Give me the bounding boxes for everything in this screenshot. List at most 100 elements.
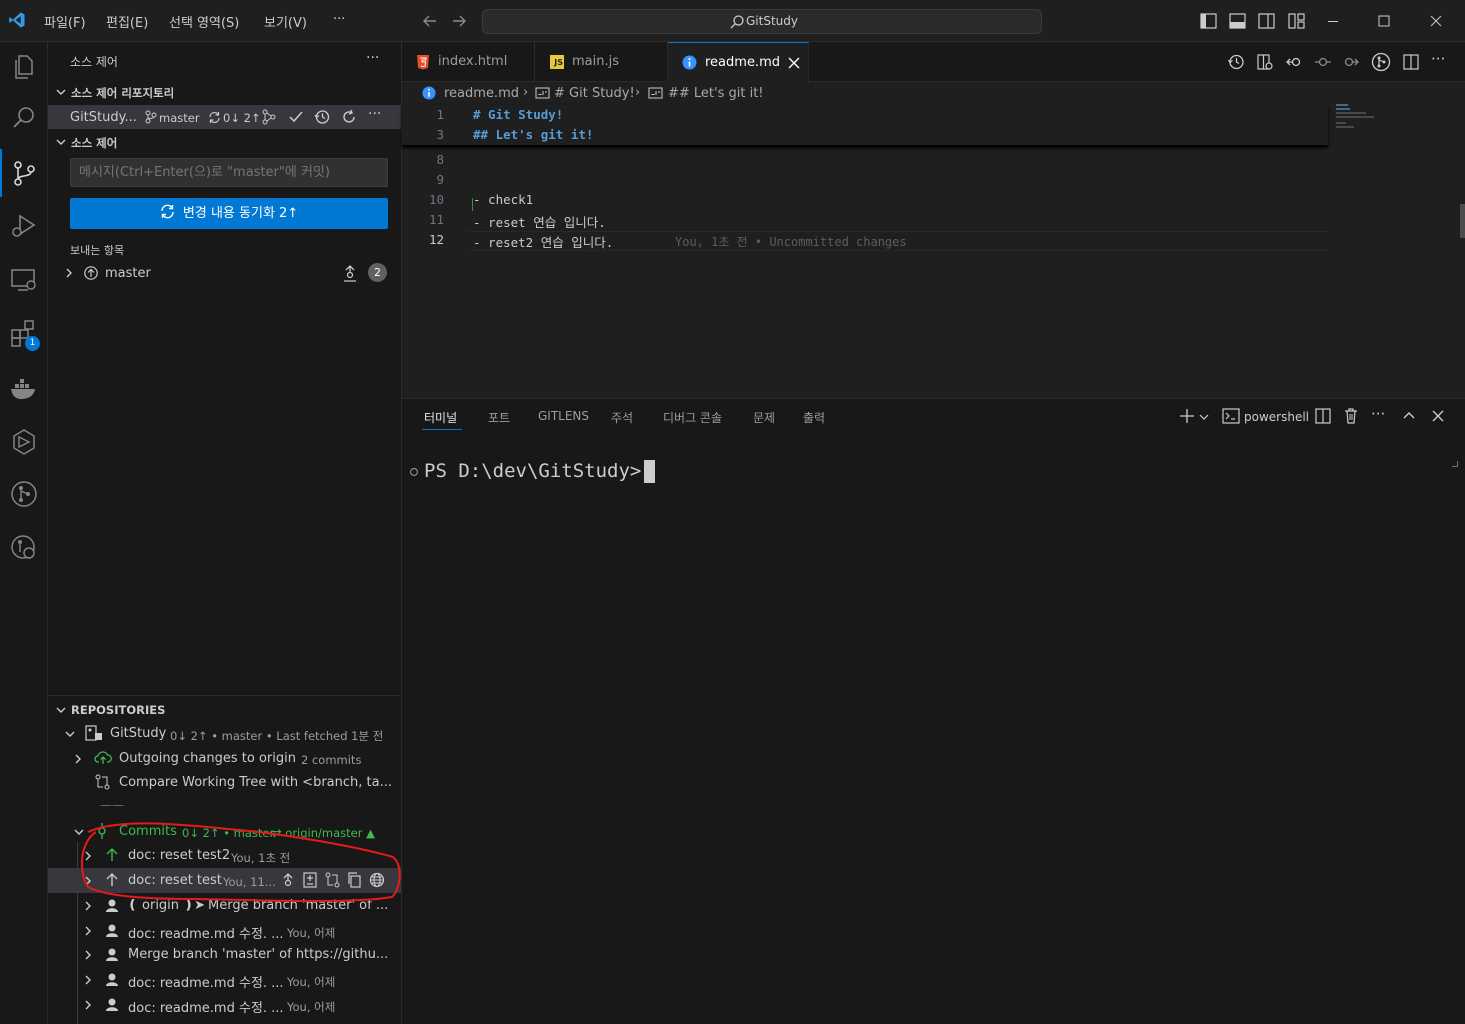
run-debug-icon[interactable] — [8, 210, 40, 242]
breadcrumb-heading-2[interactable]: ## Let's git it! — [668, 86, 764, 101]
kubernetes-icon[interactable] — [8, 426, 40, 458]
toggle-secondary-sidebar-icon[interactable] — [1258, 13, 1275, 29]
sticky-line: # Git Study! — [473, 107, 564, 122]
terminal-resize-handle[interactable] — [1452, 461, 1458, 467]
panel-tab-output[interactable]: 출력 — [803, 409, 825, 426]
code-line: - check1 — [473, 192, 534, 207]
menu-edit[interactable]: 편집(E) — [106, 12, 148, 31]
title-bar: 파일(F) 편집(E) 선택 영역(S) 보기(V) ··· GitStudy — [0, 0, 1465, 42]
customize-layout-icon[interactable] — [1288, 13, 1305, 29]
close-panel-icon[interactable] — [1431, 409, 1445, 423]
source-control-icon[interactable] — [0, 149, 40, 197]
menu-file[interactable]: 파일(F) — [44, 12, 86, 31]
panel-tab-ports[interactable]: 포트 — [488, 409, 510, 426]
source-control-sidebar: 소스 제어 ··· 소스 제어 리포지토리 GitStudy... master… — [48, 42, 402, 1024]
chevron-down-icon[interactable] — [1199, 412, 1209, 422]
breadcrumb-separator: › — [635, 85, 641, 100]
symbol-string-icon — [648, 87, 663, 99]
menu-view[interactable]: 보기(V) — [264, 12, 307, 31]
terminal-cursor — [644, 460, 655, 483]
editor-area: index.html JS main.js readme.md ··· read… — [402, 42, 1465, 398]
editor-more-actions[interactable]: ··· — [1431, 50, 1445, 68]
minimize-icon[interactable] — [1326, 14, 1340, 28]
terminal-shell-name[interactable]: powershell — [1244, 410, 1309, 424]
panel-more-actions[interactable]: ··· — [1371, 405, 1385, 423]
sticky-scroll[interactable]: 1 # Git Study! 3 ## Let's git it! — [402, 105, 1328, 146]
tab-index-html[interactable]: index.html — [402, 42, 535, 82]
menu-selection[interactable]: 선택 영역(S) — [169, 12, 239, 31]
maximize-panel-chevron-up-icon[interactable] — [1402, 409, 1416, 423]
tab-label: index.html — [438, 54, 508, 69]
active-tab-underline — [422, 429, 462, 430]
next-change-icon[interactable] — [1342, 53, 1360, 71]
tab-label: readme.md — [705, 55, 780, 70]
file-history-icon[interactable] — [1227, 53, 1245, 71]
command-center-search[interactable]: GitStudy — [482, 9, 1042, 34]
breadcrumb-separator: › — [523, 85, 529, 100]
tab-readme-md[interactable]: readme.md — [668, 42, 809, 83]
info-icon — [422, 86, 436, 100]
html5-icon — [416, 54, 430, 70]
tab-label: main.js — [572, 54, 619, 69]
line-number-current: 12 — [428, 232, 444, 247]
commit-node-icon[interactable] — [1314, 53, 1332, 71]
breadcrumb: readme.md › # Git Study! › ## Let's git … — [402, 83, 1465, 105]
minimap[interactable] — [1334, 102, 1394, 142]
info-icon — [682, 55, 697, 70]
blame-annotation: You, 1초 전 • Uncommitted changes — [675, 235, 907, 249]
breadcrumb-file[interactable]: readme.md — [444, 86, 519, 101]
code-line: - reset2 연습 입니다. — [473, 235, 614, 250]
line-number: 3 — [436, 127, 444, 142]
tab-main-js[interactable]: JS main.js — [535, 42, 668, 82]
remote-explorer-icon[interactable] — [8, 264, 40, 296]
terminal-prompt: PS D:\dev\GitStudy> — [424, 460, 642, 482]
menu-more[interactable]: ··· — [333, 12, 345, 27]
terminal-view[interactable]: PS D:\dev\GitStudy> — [408, 457, 1448, 1017]
extensions-icon[interactable]: 1 — [8, 318, 40, 351]
command-decoration-circle-icon — [409, 467, 419, 477]
split-terminal-icon[interactable] — [1315, 408, 1331, 424]
sticky-line: ## Let's git it! — [473, 127, 594, 142]
search-icon — [729, 14, 745, 30]
gitlens-inspect-icon[interactable] — [8, 532, 40, 564]
bottom-panel: 터미널 포트 GITLENS 주석 디버그 콘솔 문제 출력 powershel… — [402, 398, 1465, 1024]
gitlens-icon[interactable] — [8, 478, 40, 510]
panel-tab-gitlens[interactable]: GITLENS — [538, 409, 589, 423]
search-view-icon[interactable] — [8, 102, 40, 134]
split-editor-icon[interactable] — [1402, 53, 1420, 71]
maximize-icon[interactable] — [1377, 14, 1391, 28]
panel-tab-comments[interactable]: 주석 — [611, 409, 633, 426]
close-tab-icon[interactable] — [787, 56, 801, 70]
previous-change-icon[interactable] — [1285, 53, 1303, 71]
added-gutter-marker — [472, 198, 473, 211]
vscode-logo-icon[interactable] — [8, 11, 26, 29]
line-number: 1 — [436, 107, 444, 122]
js-icon: JS — [550, 55, 564, 69]
close-window-icon[interactable] — [1429, 14, 1443, 28]
docker-icon[interactable] — [8, 372, 40, 404]
toggle-primary-sidebar-icon[interactable] — [1200, 13, 1217, 29]
toggle-panel-icon[interactable] — [1229, 13, 1246, 29]
editor-tabs: index.html JS main.js readme.md ··· — [402, 42, 1465, 83]
panel-tab-problems[interactable]: 문제 — [753, 409, 775, 426]
line-number: 11 — [428, 212, 444, 227]
panel-tab-terminal[interactable]: 터미널 — [424, 409, 457, 426]
back-arrow-icon[interactable] — [421, 12, 439, 30]
gitlens-inspect-action-icon[interactable] — [1371, 52, 1391, 72]
open-preview-icon[interactable] — [1256, 53, 1274, 71]
editor-scrollbar[interactable] — [1460, 204, 1465, 238]
activity-bar: 1 — [0, 42, 48, 1024]
active-indicator — [0, 149, 2, 197]
code-line: - reset 연습 입니다. — [473, 215, 606, 230]
extensions-badge: 1 — [25, 336, 40, 351]
line-number: 9 — [436, 172, 444, 187]
explorer-icon[interactable] — [8, 50, 40, 82]
breadcrumb-heading-1[interactable]: # Git Study! — [554, 86, 635, 101]
code-area[interactable]: 8 9 10 - check1 11 - reset 연습 입니다. 12 - … — [402, 150, 1328, 260]
line-number: 10 — [428, 192, 444, 207]
forward-arrow-icon[interactable] — [450, 12, 468, 30]
panel-tab-debug-console[interactable]: 디버그 콘솔 — [663, 409, 722, 426]
terminal-shell-icon — [1222, 408, 1240, 424]
new-terminal-plus-icon[interactable] — [1179, 408, 1195, 424]
trash-icon[interactable] — [1343, 407, 1359, 424]
